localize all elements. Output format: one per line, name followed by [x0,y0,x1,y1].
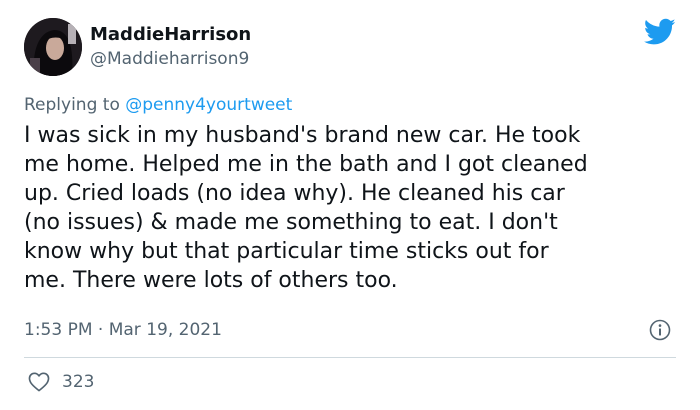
replying-to-label: Replying to [24,95,126,115]
tweet-text-line: me home. Helped me in the bath and I got… [24,152,588,177]
tweet-text-line: know why but that particular time sticks… [24,239,549,264]
author-display-name[interactable]: MaddieHarrison [90,24,251,46]
info-icon[interactable] [649,319,671,341]
avatar[interactable] [24,18,82,76]
divider [24,357,676,358]
tweet-text-line: up. Cried loads (no idea why). He cleane… [24,181,565,206]
tweet-text-line: (no issues) & made me something to eat. … [24,210,558,235]
like-count: 323 [62,372,95,392]
twitter-bird-icon[interactable] [644,18,676,46]
like-action[interactable]: 323 [28,372,94,392]
author-handle[interactable]: @Maddieharrison9 [90,48,251,70]
replying-to-mention[interactable]: @penny4yourtweet [125,95,292,115]
tweet-text-line: I was sick in my husband's brand new car… [24,123,581,148]
heart-icon[interactable] [28,372,50,392]
tweet-timestamp[interactable]: 1:53 PM · Mar 19, 2021 [24,320,222,340]
tweet-text-line: me. There were lots of others too. [24,268,398,293]
replying-to: Replying to @penny4yourtweet [24,95,292,115]
tweet-header: MaddieHarrison @Maddieharrison9 [24,18,251,76]
tweet-text: I was sick in my husband's brand new car… [24,121,684,295]
avatar-photo [24,18,82,76]
author-names: MaddieHarrison @Maddieharrison9 [90,24,251,70]
tweet-card: MaddieHarrison @Maddieharrison9 Replying… [0,0,700,410]
